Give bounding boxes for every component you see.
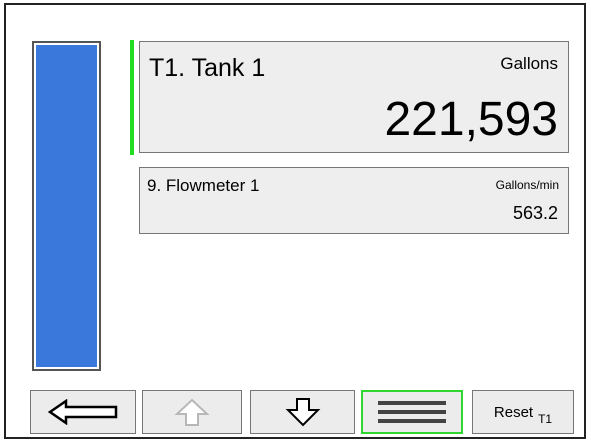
tank-level-fill <box>36 45 97 367</box>
tank-level-bar <box>32 41 101 371</box>
reset-button[interactable]: Reset T1 <box>472 390 574 434</box>
flowmeter-card[interactable]: 9. Flowmeter 1 Gallons/min 563.2 <box>139 167 569 234</box>
selected-accent-bar <box>130 40 134 155</box>
menu-icon <box>378 401 446 423</box>
reset-target: T1 <box>538 412 553 426</box>
flowmeter-value: 563.2 <box>512 203 558 223</box>
left-button[interactable] <box>30 390 136 434</box>
up-arrow-icon <box>174 398 210 426</box>
tank-unit: Gallons <box>500 54 558 73</box>
menu-button[interactable] <box>361 390 463 434</box>
down-arrow-icon <box>285 398 320 427</box>
tank-value: 221,593 <box>384 93 558 146</box>
down-button[interactable] <box>250 390 355 434</box>
flowmeter-unit: Gallons/min <box>495 178 559 192</box>
tank-card[interactable]: T1. Tank 1 Gallons 221,593 <box>139 41 569 153</box>
reset-label: Reset <box>493 403 534 421</box>
left-arrow-icon <box>47 399 118 425</box>
tank-title: T1. Tank 1 <box>149 54 266 82</box>
up-button[interactable] <box>142 390 242 434</box>
flowmeter-title: 9. Flowmeter 1 <box>147 176 260 195</box>
